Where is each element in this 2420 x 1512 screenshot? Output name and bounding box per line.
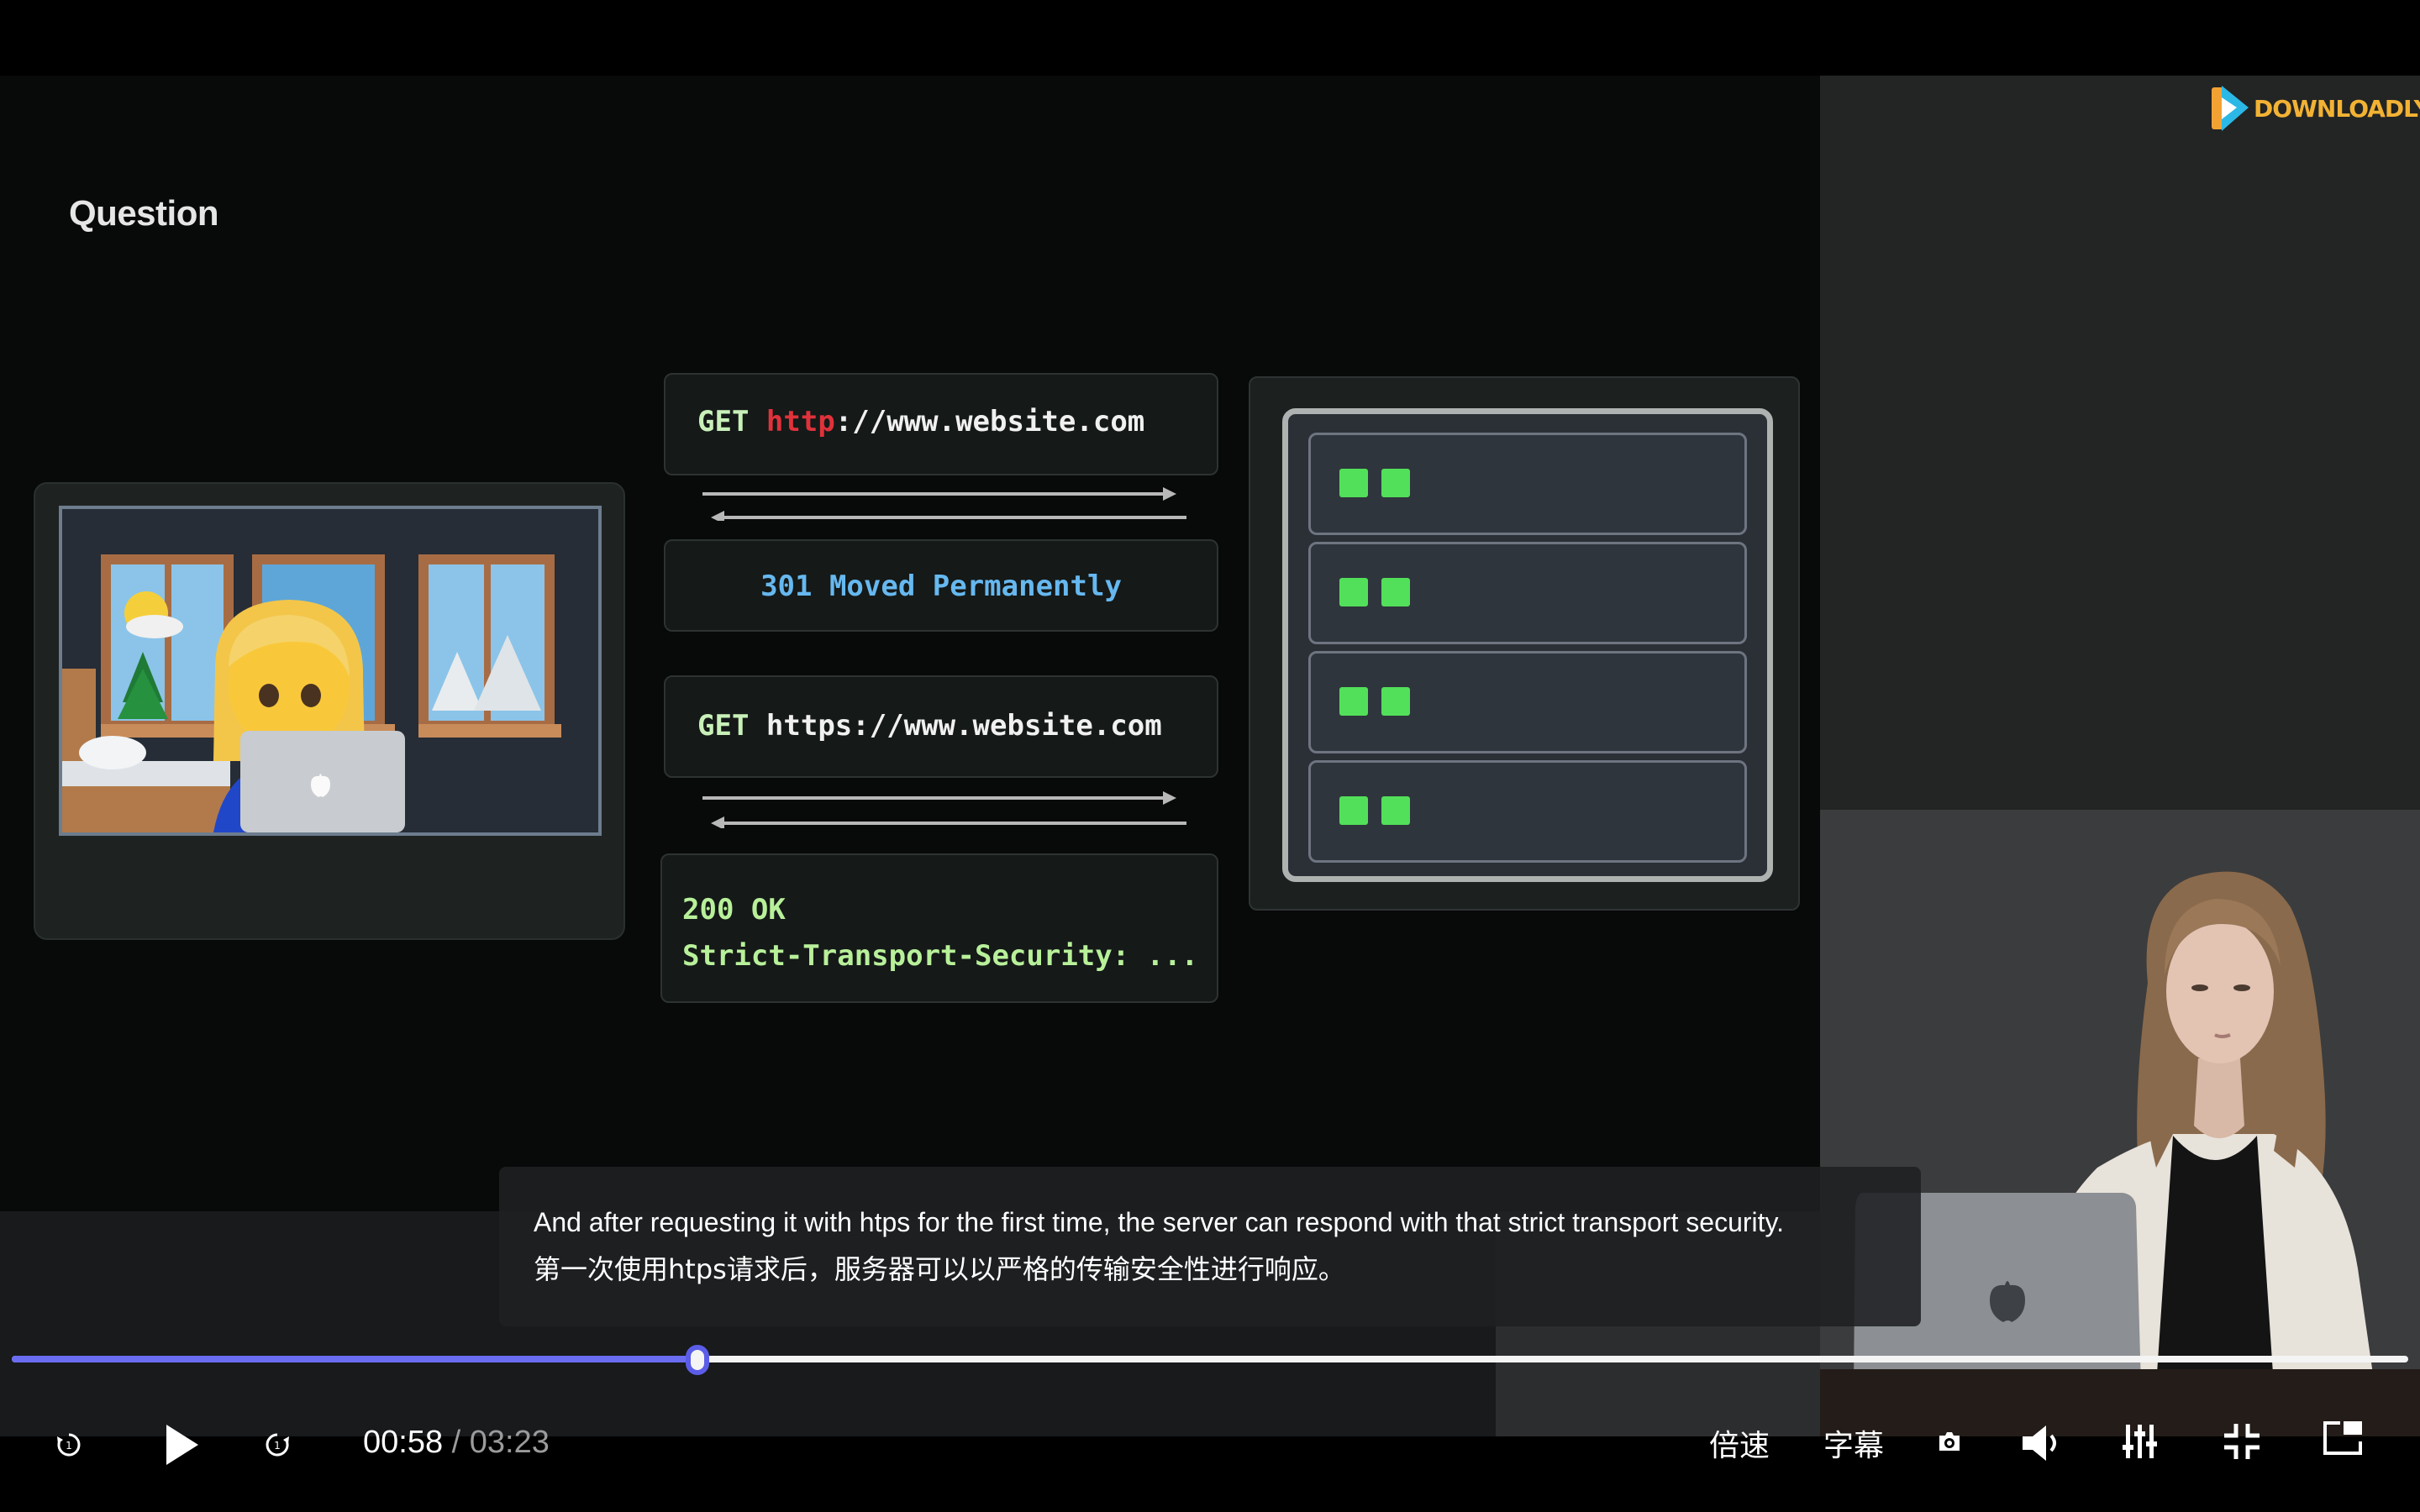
volume-icon	[2023, 1425, 2056, 1461]
camera-icon	[1939, 1432, 1960, 1451]
server-rack	[1308, 760, 1747, 863]
exit-fullscreen-icon	[2224, 1424, 2260, 1459]
response-301-box: 301 Moved Permanently	[664, 539, 1218, 632]
progress-handle[interactable]	[686, 1345, 709, 1375]
watermark-text: DOWNLOADLY.IR	[2254, 94, 2420, 123]
request-https-box: GET https://www.website.com	[664, 675, 1218, 778]
current-time: 00:58	[363, 1425, 444, 1460]
slide-title: Question	[69, 193, 219, 233]
server-rack	[1308, 542, 1747, 644]
request-http-box: GET http://www.website.com	[664, 373, 1218, 475]
play-icon	[166, 1425, 198, 1465]
user-at-laptop-illustration	[62, 509, 598, 832]
forward-icon: 1	[266, 1433, 289, 1457]
request-url: http://www.website.com	[766, 405, 1144, 438]
subtitle-box: And after requesting it with htps for th…	[499, 1167, 1921, 1326]
slide: Question GET http://www.website.com 301 …	[0, 76, 1820, 1211]
server-illustration	[1249, 376, 1800, 911]
volume-button[interactable]	[2017, 1420, 2064, 1467]
time-separator: /	[451, 1425, 461, 1460]
subtitle-chinese: 第一次使用htps请求后，服务器可以以严格的传输安全性进行响应。	[534, 1253, 1345, 1285]
progress-played	[12, 1356, 697, 1362]
play-button[interactable]	[156, 1418, 207, 1472]
request-method: GET	[697, 709, 750, 743]
response-301-text: 301 Moved Permanently	[760, 570, 1122, 603]
subtitle-button[interactable]: 字幕	[1820, 1420, 1887, 1467]
exchange-arrows-1	[702, 487, 1186, 521]
top-black-bar	[0, 0, 2420, 76]
user-illustration	[34, 482, 625, 940]
picture-in-picture-icon	[2323, 1421, 2362, 1455]
picture-in-picture-button[interactable]	[2319, 1416, 2366, 1460]
server-rack	[1308, 433, 1747, 535]
progress-bar[interactable]	[12, 1345, 2408, 1375]
response-header: Strict-Transport-Security: ...	[682, 939, 1199, 973]
screenshot-button[interactable]	[1933, 1425, 1966, 1458]
subtitle-english: And after requesting it with htps for th…	[534, 1207, 1785, 1237]
exit-fullscreen-button[interactable]	[2220, 1420, 2264, 1463]
request-method: GET	[697, 405, 750, 438]
player-controls: 1 1 00:58 / 03:23 倍速 字幕	[0, 1383, 2420, 1512]
rewind-button[interactable]: 1	[50, 1426, 87, 1463]
speed-button[interactable]: 倍速	[1706, 1420, 1773, 1467]
server-rack	[1308, 651, 1747, 753]
rewind-icon: 1	[57, 1433, 81, 1457]
response-200-box: 200 OK Strict-Transport-Security: ...	[660, 853, 1218, 1003]
downloadly-logo-icon	[2212, 86, 2249, 131]
response-status: 200 OK	[682, 893, 786, 927]
svg-text:1: 1	[66, 1440, 72, 1452]
duration: 03:23	[469, 1425, 550, 1460]
time-display: 00:58 / 03:23	[363, 1425, 550, 1461]
url-scheme: http	[765, 405, 835, 438]
url-rest: ://www.website.com	[834, 405, 1145, 438]
equalizer-icon	[2123, 1425, 2157, 1458]
watermark-logo: DOWNLOADLY.IR	[2210, 82, 2420, 134]
request-url: https://www.website.com	[765, 709, 1162, 743]
forward-button[interactable]: 1	[259, 1426, 296, 1463]
svg-text:1: 1	[274, 1440, 281, 1452]
exchange-arrows-2	[702, 791, 1186, 828]
settings-button[interactable]	[2118, 1420, 2161, 1463]
video-frame[interactable]: Question GET http://www.website.com 301 …	[0, 76, 2420, 1436]
